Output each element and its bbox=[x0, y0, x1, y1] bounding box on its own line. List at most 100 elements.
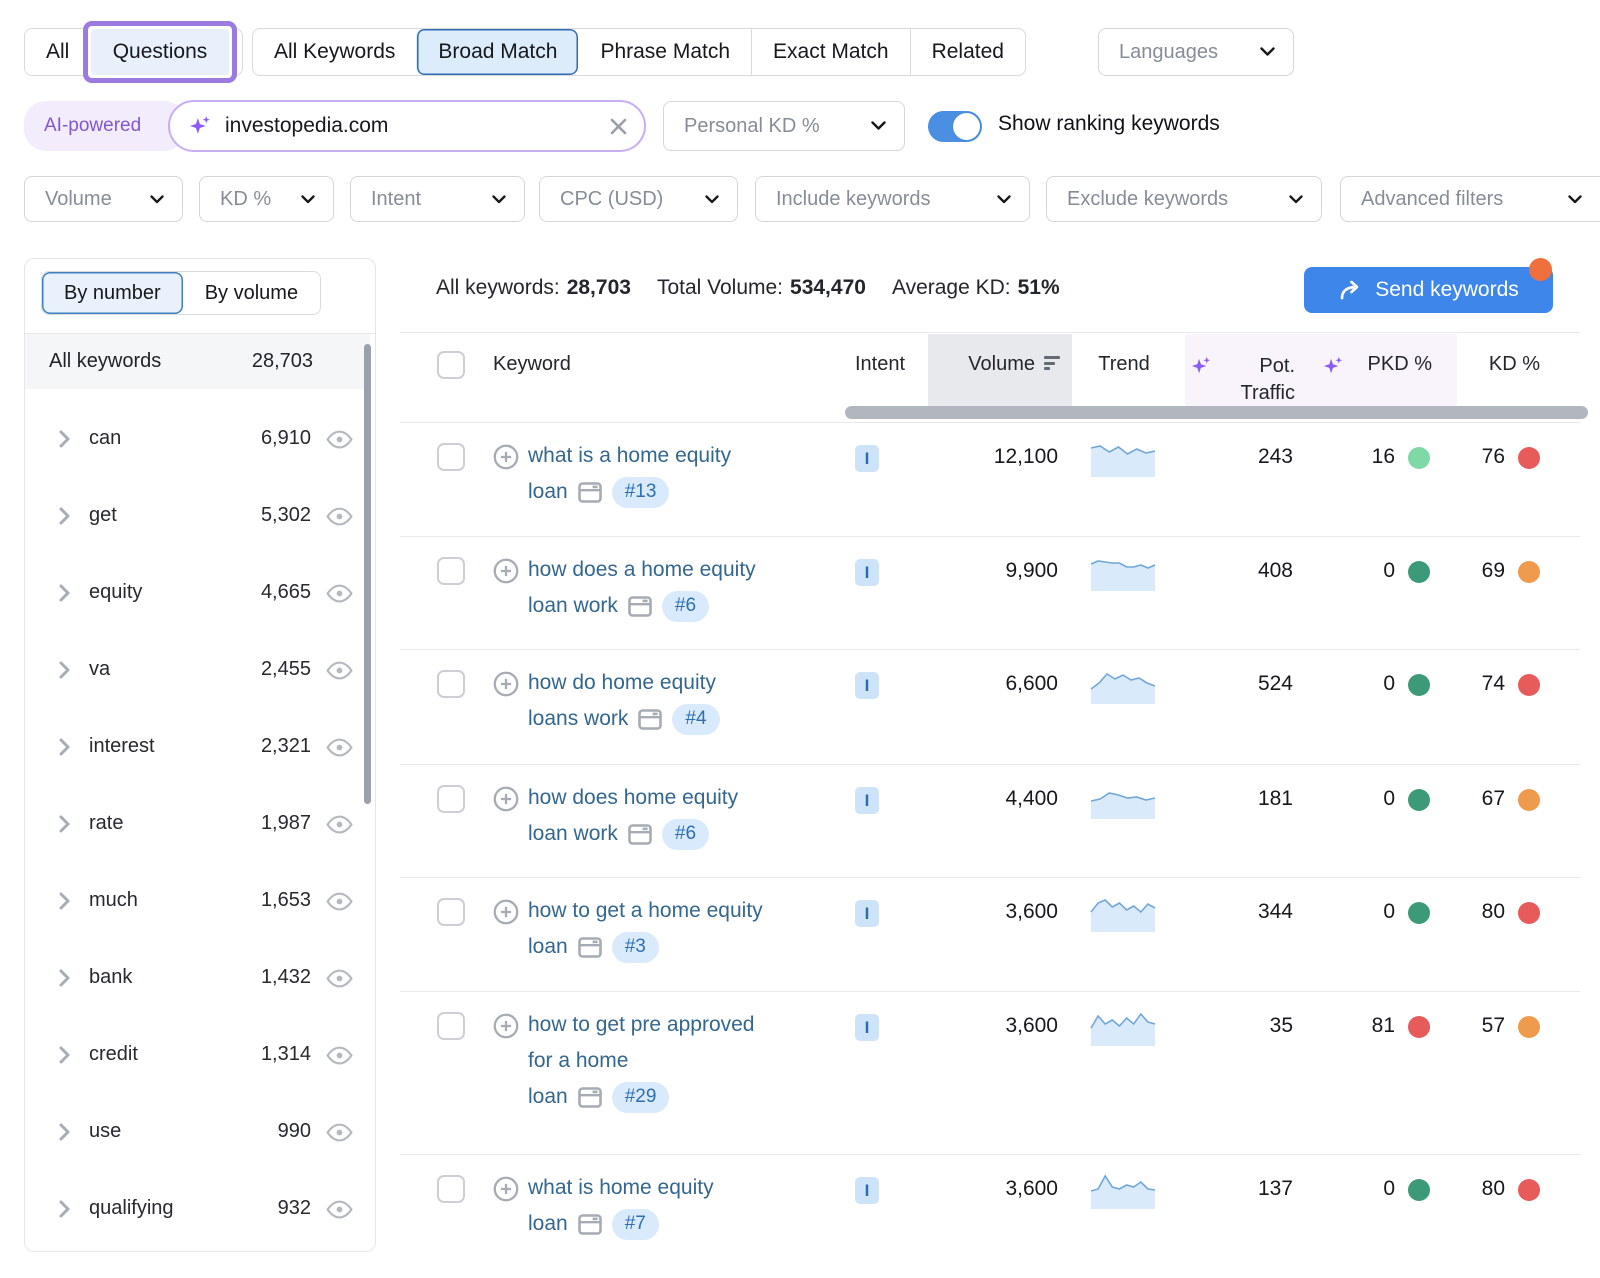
filter-intent[interactable]: Intent bbox=[350, 176, 525, 222]
filter-volume[interactable]: Volume bbox=[24, 176, 183, 222]
eye-icon[interactable] bbox=[326, 430, 353, 449]
row-checkbox[interactable] bbox=[437, 557, 465, 585]
keyword-link[interactable]: for a home bbox=[528, 1043, 628, 1079]
chevron-right-icon[interactable] bbox=[59, 892, 70, 910]
chevron-right-icon[interactable] bbox=[59, 969, 70, 987]
keyword-group-item[interactable]: use990 bbox=[25, 1093, 375, 1170]
sidebar-scrollbar[interactable] bbox=[364, 344, 371, 804]
eye-icon[interactable] bbox=[326, 1200, 353, 1219]
col-kd[interactable]: KD % bbox=[1460, 353, 1540, 376]
keyword-group-item[interactable]: get5,302 bbox=[25, 477, 375, 554]
keyword-link[interactable]: loans work bbox=[528, 701, 628, 737]
eye-icon[interactable] bbox=[326, 507, 353, 526]
add-keyword-icon[interactable] bbox=[493, 786, 519, 812]
add-keyword-icon[interactable] bbox=[493, 671, 519, 697]
col-pkd[interactable]: PKD % bbox=[1350, 353, 1432, 376]
keyword-link[interactable]: loan bbox=[528, 1206, 568, 1242]
show-ranking-keywords-toggle[interactable] bbox=[928, 111, 982, 142]
chevron-right-icon[interactable] bbox=[59, 507, 70, 525]
chevron-right-icon[interactable] bbox=[59, 1046, 70, 1064]
serp-features-icon[interactable] bbox=[578, 937, 602, 958]
keyword-group-item[interactable]: bank1,432 bbox=[25, 939, 375, 1016]
eye-icon[interactable] bbox=[326, 1046, 353, 1065]
row-checkbox[interactable] bbox=[437, 898, 465, 926]
row-checkbox[interactable] bbox=[437, 1175, 465, 1203]
col-volume[interactable]: Volume bbox=[928, 353, 1060, 376]
eye-icon[interactable] bbox=[326, 969, 353, 988]
tab-phrase-match[interactable]: Phrase Match bbox=[578, 29, 751, 75]
keyword-group-item[interactable]: much1,653 bbox=[25, 862, 375, 939]
keyword-link[interactable]: loan bbox=[528, 474, 568, 510]
select-all-checkbox[interactable] bbox=[437, 351, 465, 379]
filter-advanced[interactable]: Advanced filters bbox=[1340, 176, 1600, 222]
eye-icon[interactable] bbox=[326, 661, 353, 680]
tab-exact-match[interactable]: Exact Match bbox=[751, 29, 910, 75]
chevron-right-icon[interactable] bbox=[59, 1200, 70, 1218]
keyword-link[interactable]: loan bbox=[528, 929, 568, 965]
keyword-group-item[interactable]: credit1,314 bbox=[25, 1016, 375, 1093]
keyword-group-item[interactable]: can6,910 bbox=[25, 400, 375, 477]
personal-kd-dropdown[interactable]: Personal KD % bbox=[663, 101, 905, 151]
eye-icon[interactable] bbox=[326, 584, 353, 603]
keyword-link[interactable]: loan work bbox=[528, 816, 618, 852]
eye-icon[interactable] bbox=[326, 892, 353, 911]
serp-features-icon[interactable] bbox=[638, 709, 662, 730]
tab-by-volume[interactable]: By volume bbox=[183, 272, 320, 314]
serp-features-icon[interactable] bbox=[628, 824, 652, 845]
tab-related[interactable]: Related bbox=[910, 29, 1025, 75]
chevron-right-icon[interactable] bbox=[59, 584, 70, 602]
keyword-group-item[interactable]: qualifying932 bbox=[25, 1170, 375, 1247]
serp-features-icon[interactable] bbox=[578, 482, 602, 503]
tab-by-number[interactable]: By number bbox=[42, 272, 183, 314]
eye-icon[interactable] bbox=[326, 1123, 353, 1142]
eye-icon[interactable] bbox=[326, 815, 353, 834]
serp-features-icon[interactable] bbox=[578, 1087, 602, 1108]
tab-all-keywords[interactable]: All Keywords bbox=[253, 29, 416, 75]
keyword-link[interactable]: loan bbox=[528, 1079, 568, 1115]
all-keywords-header[interactable]: All keywords 28,703 bbox=[25, 334, 370, 389]
chevron-right-icon[interactable] bbox=[59, 738, 70, 756]
tab-broad-match[interactable]: Broad Match bbox=[416, 29, 578, 75]
keyword-link[interactable]: how do home equity bbox=[528, 665, 716, 701]
keyword-link[interactable]: how to get a home equity bbox=[528, 893, 763, 929]
keyword-link[interactable]: how does home equity bbox=[528, 780, 738, 816]
pot-traffic-value: 137 bbox=[1180, 1177, 1293, 1201]
keyword-group-item[interactable]: interest2,321 bbox=[25, 708, 375, 785]
languages-dropdown[interactable]: Languages bbox=[1098, 28, 1294, 76]
keyword-group-item[interactable]: va2,455 bbox=[25, 631, 375, 708]
filter-cpc[interactable]: CPC (USD) bbox=[539, 176, 738, 222]
tab-questions[interactable]: Questions bbox=[91, 29, 229, 75]
serp-features-icon[interactable] bbox=[628, 596, 652, 617]
chevron-right-icon[interactable] bbox=[59, 661, 70, 679]
filter-exclude-keywords[interactable]: Exclude keywords bbox=[1046, 176, 1322, 222]
keyword-link[interactable]: how to get pre approved bbox=[528, 1007, 755, 1043]
chevron-right-icon[interactable] bbox=[59, 1123, 70, 1141]
horizontal-scrollbar[interactable] bbox=[845, 406, 1588, 419]
keyword-group-item[interactable]: equity4,665 bbox=[25, 554, 375, 631]
add-keyword-icon[interactable] bbox=[493, 1013, 519, 1039]
eye-icon[interactable] bbox=[326, 738, 353, 757]
keyword-search-input[interactable]: investopedia.com bbox=[168, 100, 646, 152]
chevron-right-icon[interactable] bbox=[59, 430, 70, 448]
tab-all[interactable]: All bbox=[25, 29, 90, 75]
add-keyword-icon[interactable] bbox=[493, 444, 519, 470]
filter-include-keywords[interactable]: Include keywords bbox=[755, 176, 1030, 222]
chevron-right-icon[interactable] bbox=[59, 815, 70, 833]
send-keywords-button[interactable]: Send keywords bbox=[1304, 267, 1553, 313]
keyword-group-item[interactable]: rate1,987 bbox=[25, 785, 375, 862]
serp-features-icon[interactable] bbox=[578, 1214, 602, 1235]
keyword-link[interactable]: what is home equity bbox=[528, 1170, 714, 1206]
row-checkbox[interactable] bbox=[437, 443, 465, 471]
add-keyword-icon[interactable] bbox=[493, 558, 519, 584]
keyword-link[interactable]: loan work bbox=[528, 588, 618, 624]
add-keyword-icon[interactable] bbox=[493, 1176, 519, 1202]
filter-kd[interactable]: KD % bbox=[199, 176, 334, 222]
row-checkbox[interactable] bbox=[437, 1012, 465, 1040]
keyword-link[interactable]: what is a home equity bbox=[528, 438, 731, 474]
add-keyword-icon[interactable] bbox=[493, 899, 519, 925]
col-pot-traffic[interactable]: Pot. Traffic bbox=[1220, 353, 1295, 407]
row-checkbox[interactable] bbox=[437, 670, 465, 698]
clear-search-icon[interactable] bbox=[609, 117, 628, 136]
row-checkbox[interactable] bbox=[437, 785, 465, 813]
keyword-link[interactable]: how does a home equity bbox=[528, 552, 756, 588]
